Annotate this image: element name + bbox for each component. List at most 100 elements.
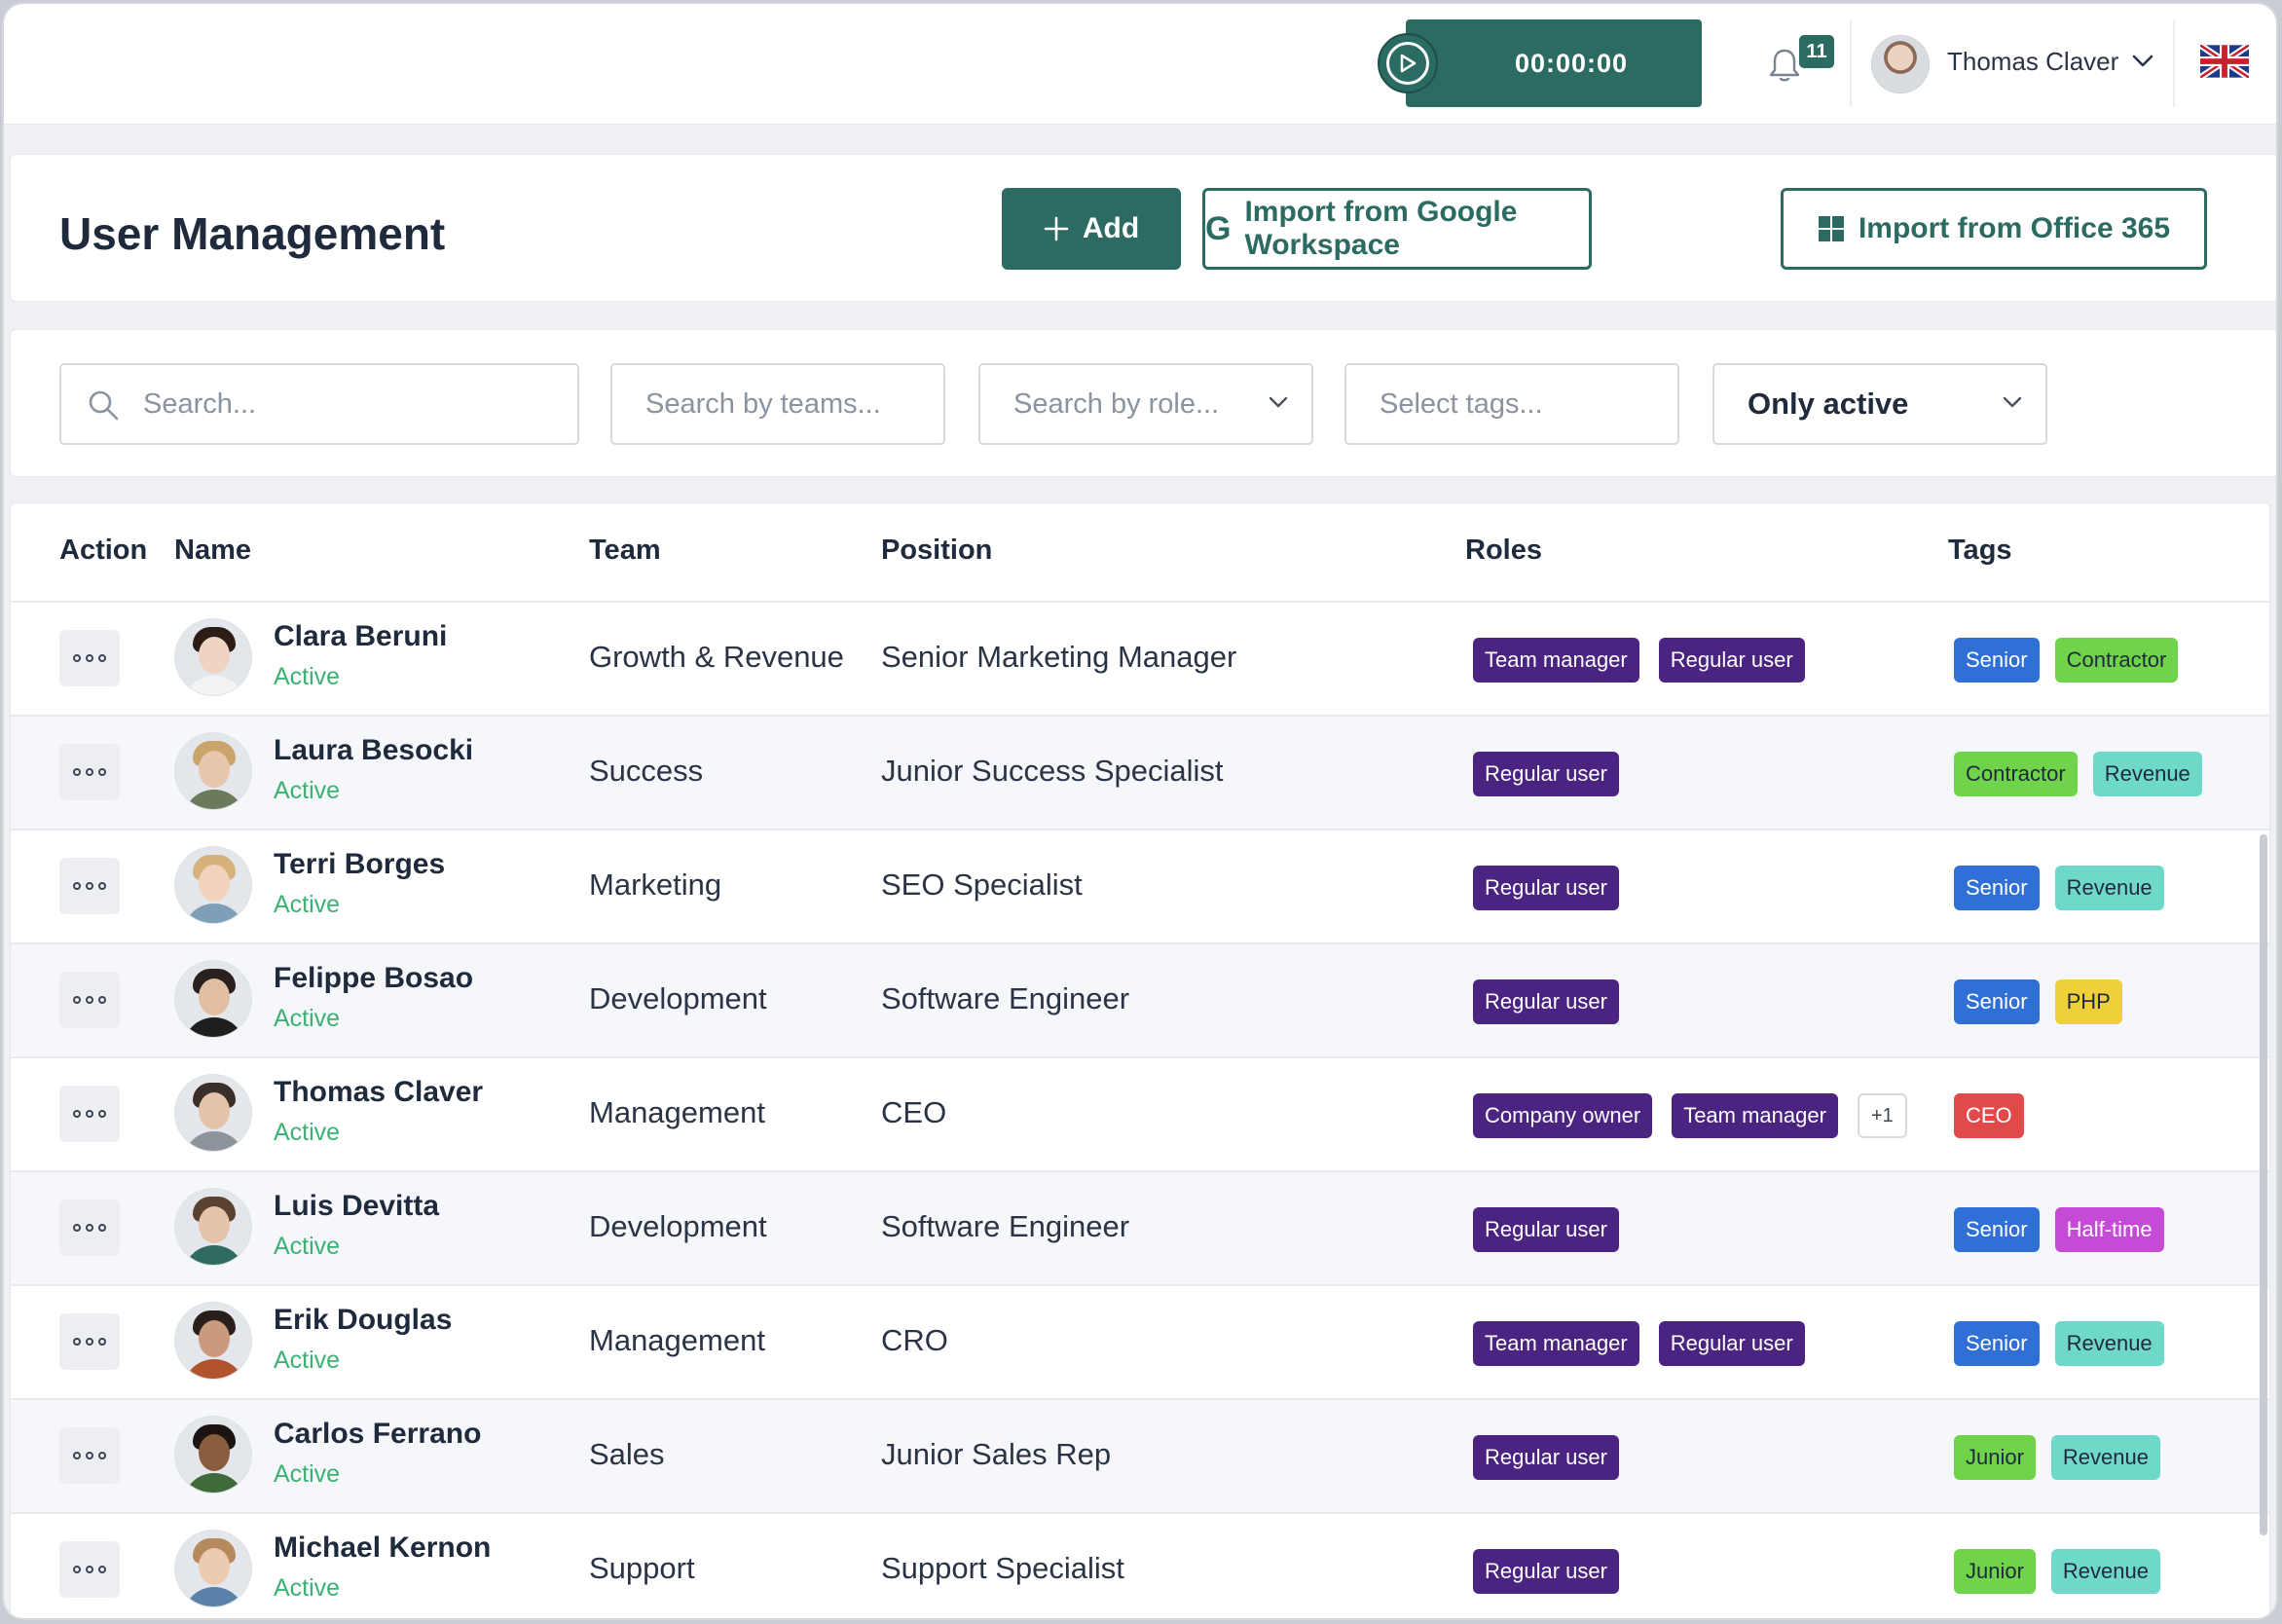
search-icon bbox=[89, 390, 119, 421]
column-header-name[interactable]: Name bbox=[174, 535, 251, 567]
more-dot bbox=[73, 1452, 81, 1459]
role-badge: Regular user bbox=[1473, 1549, 1619, 1594]
avatar-shirt bbox=[183, 1131, 245, 1151]
row-actions-button[interactable] bbox=[59, 1541, 120, 1598]
tag-badge: Senior bbox=[1954, 866, 2040, 910]
tags-filter-input[interactable]: Select tags... bbox=[1344, 363, 1679, 445]
add-user-button[interactable]: Add bbox=[1002, 188, 1181, 270]
tag-badge: Junior bbox=[1954, 1549, 2036, 1594]
user-name-cell[interactable]: Erik Douglas bbox=[274, 1304, 452, 1337]
roles-cell: Team manager Regular user bbox=[1473, 1321, 1805, 1366]
user-name-cell[interactable]: Thomas Claver bbox=[274, 1076, 483, 1109]
user-name-cell[interactable]: Clara Beruni bbox=[274, 620, 447, 653]
role-badge: Regular user bbox=[1658, 1321, 1805, 1366]
table-row[interactable]: Erik Douglas Active Management CRO Team … bbox=[11, 1284, 2269, 1398]
timer-play-button[interactable] bbox=[1378, 33, 1438, 93]
table-row[interactable]: Felippe Bosao Active Development Softwar… bbox=[11, 942, 2269, 1056]
user-avatar[interactable] bbox=[1871, 35, 1930, 93]
top-bar: 00:00:00 11 Thomas Claver bbox=[4, 4, 2276, 125]
column-header-position[interactable]: Position bbox=[881, 535, 992, 567]
app-window: 00:00:00 11 Thomas Claver User Managemen… bbox=[2, 2, 2278, 1620]
avatar-face bbox=[199, 978, 230, 1015]
more-dot bbox=[86, 1452, 93, 1459]
tag-badge: Junior bbox=[1954, 1435, 2036, 1480]
table-row[interactable]: Luis Devitta Active Development Software… bbox=[11, 1170, 2269, 1284]
table-body: Clara Beruni Active Growth & Revenue Sen… bbox=[11, 601, 2269, 1618]
row-actions-button[interactable] bbox=[59, 1313, 120, 1370]
avatar-face bbox=[199, 637, 230, 674]
position-cell: CEO bbox=[881, 1095, 947, 1129]
table-row[interactable]: Carlos Ferrano Active Sales Junior Sales… bbox=[11, 1398, 2269, 1512]
user-name-cell[interactable]: Felippe Bosao bbox=[274, 962, 473, 995]
more-dot bbox=[86, 1338, 93, 1346]
more-dot bbox=[98, 996, 106, 1004]
tag-badge: Senior bbox=[1954, 1207, 2040, 1252]
page-title: User Management bbox=[59, 208, 446, 259]
search-input[interactable]: Search... bbox=[59, 363, 579, 445]
import-google-button[interactable]: G Import from Google Workspace bbox=[1202, 188, 1592, 270]
user-name-cell[interactable]: Terri Borges bbox=[274, 848, 445, 881]
team-cell: Success bbox=[589, 754, 704, 788]
more-dot bbox=[86, 996, 93, 1004]
user-name-cell[interactable]: Michael Kernon bbox=[274, 1532, 491, 1565]
more-roles-badge[interactable]: +1 bbox=[1857, 1093, 1907, 1138]
team-cell: Development bbox=[589, 1209, 767, 1243]
column-header-action: Action bbox=[59, 535, 148, 566]
user-name-cell[interactable]: Carlos Ferrano bbox=[274, 1418, 481, 1451]
avatar bbox=[174, 732, 252, 810]
role-badge: Team manager bbox=[1672, 1093, 1838, 1138]
role-badge: Regular user bbox=[1473, 1207, 1619, 1252]
avatar bbox=[174, 1302, 252, 1380]
role-badge: Company owner bbox=[1473, 1093, 1653, 1138]
avatar bbox=[174, 846, 252, 924]
teams-filter-input[interactable]: Search by teams... bbox=[610, 363, 945, 445]
user-name[interactable]: Thomas Claver bbox=[1947, 47, 2118, 77]
table-row[interactable]: Michael Kernon Active Support Support Sp… bbox=[11, 1512, 2269, 1618]
user-status: Active bbox=[274, 1460, 341, 1488]
google-icon: G bbox=[1205, 209, 1232, 247]
roles-cell: Regular user bbox=[1473, 752, 1619, 796]
tag-badge: Revenue bbox=[2092, 752, 2202, 796]
table-row[interactable]: Thomas Claver Active Management CEO Comp… bbox=[11, 1056, 2269, 1170]
more-dot bbox=[86, 1110, 93, 1118]
bell-icon[interactable] bbox=[1768, 47, 1801, 84]
more-dot bbox=[73, 768, 81, 776]
status-filter-select[interactable]: Only active bbox=[1712, 363, 2047, 445]
column-header-tags[interactable]: Tags bbox=[1948, 535, 2012, 567]
row-actions-button[interactable] bbox=[59, 1200, 120, 1256]
more-dot bbox=[98, 882, 106, 890]
tags-cell: CEO bbox=[1954, 1093, 2024, 1138]
position-cell: Support Specialist bbox=[881, 1551, 1124, 1585]
avatar-shirt bbox=[183, 676, 245, 695]
role-filter-select[interactable]: Search by role... bbox=[978, 363, 1313, 445]
row-actions-button[interactable] bbox=[59, 744, 120, 800]
uk-flag-icon[interactable] bbox=[2200, 45, 2249, 78]
scrollbar[interactable] bbox=[2260, 834, 2267, 1535]
row-actions-button[interactable] bbox=[59, 858, 120, 914]
position-cell: Software Engineer bbox=[881, 981, 1130, 1015]
row-actions-button[interactable] bbox=[59, 630, 120, 686]
team-cell: Sales bbox=[589, 1437, 665, 1471]
import-office-button[interactable]: Import from Office 365 bbox=[1781, 188, 2207, 270]
position-cell: SEO Specialist bbox=[881, 867, 1083, 902]
table-row[interactable]: Laura Besocki Active Success Junior Succ… bbox=[11, 715, 2269, 829]
more-dot bbox=[86, 654, 93, 662]
row-actions-button[interactable] bbox=[59, 1427, 120, 1484]
column-header-team[interactable]: Team bbox=[589, 535, 661, 567]
user-name-cell[interactable]: Luis Devitta bbox=[274, 1190, 439, 1223]
tag-badge: PHP bbox=[2054, 979, 2122, 1024]
chevron-down-icon[interactable] bbox=[2132, 55, 2153, 68]
avatar bbox=[174, 1188, 252, 1266]
table-row[interactable]: Terri Borges Active Marketing SEO Specia… bbox=[11, 829, 2269, 942]
row-actions-button[interactable] bbox=[59, 1086, 120, 1142]
role-placeholder: Search by role... bbox=[1013, 388, 1220, 420]
tag-badge: Revenue bbox=[2054, 1321, 2164, 1366]
column-header-roles[interactable]: Roles bbox=[1465, 535, 1542, 567]
row-actions-button[interactable] bbox=[59, 972, 120, 1028]
divider bbox=[2173, 19, 2175, 107]
user-name-cell[interactable]: Laura Besocki bbox=[274, 734, 473, 767]
users-table: Action Name Team Position Roles Tags Cla… bbox=[10, 502, 2270, 1618]
tag-badge: Senior bbox=[1954, 638, 2040, 683]
table-row[interactable]: Clara Beruni Active Growth & Revenue Sen… bbox=[11, 601, 2269, 715]
user-status: Active bbox=[274, 891, 341, 918]
